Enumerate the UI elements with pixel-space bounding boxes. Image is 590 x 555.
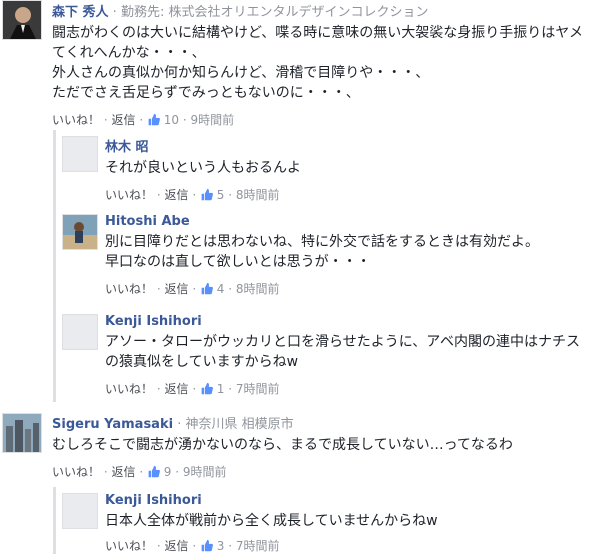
comment-actions: いいね！ · 返信 · 10 · 9時間前 [52,111,582,129]
reply-link[interactable]: 返信 [164,282,188,296]
reply-text-line: それが良いという人もおるんよ [105,160,301,176]
like-count[interactable]: 5 [217,188,225,202]
reply-link[interactable]: 返信 [164,382,188,396]
reply-author-name[interactable]: Kenji Ishihori [105,493,575,508]
reply-text-line: 別に目障りだとは思わないね、特に外交で話をするときは有効だよ。 [105,234,539,250]
avatar-hayashiki[interactable] [62,136,98,172]
reply-actions: いいね！ · 返信 · 1 · 7時間前 [105,380,575,398]
reply-actions: いいね！ · 返信 · 5 · 8時間前 [105,186,575,204]
author-meta-separator: · [173,417,186,432]
reply-author-name[interactable]: Kenji Ishihori [105,314,575,329]
thumbs-up-icon[interactable] [200,382,213,398]
separator: · [139,113,147,127]
reply-text-line: の猿真似をしていますからねw [105,354,299,370]
comment-author-name[interactable]: 森下 秀人 [52,5,109,20]
separator: · [192,282,200,296]
thumbs-up-icon[interactable] [147,465,160,481]
reply-timestamp[interactable]: 7時間前 [236,382,280,396]
reply-author-name[interactable]: 林木 昭 [105,136,575,155]
reply-actions: いいね！ · 返信 · 3 · 7時間前 [105,537,575,555]
like-link[interactable]: いいね！ [105,382,153,396]
reply-text: 日本人全体が戦前から全く成長していませんからねw [105,511,575,531]
separator: · [228,282,236,296]
default-avatar-icon [63,137,97,171]
comment-timestamp[interactable]: 9時間前 [191,113,235,127]
separator: · [228,539,236,553]
default-avatar-icon [63,494,97,528]
thumbs-up-icon[interactable] [200,539,213,555]
comment-text: 闘志がわくのは大いに結構やけど、喋る時に意味の無い大袈裟な身振り手振りはヤメ て… [52,23,584,103]
author-meta-separator: · [108,5,121,20]
reply-link[interactable]: 返信 [111,113,135,127]
reply-timestamp[interactable]: 8時間前 [236,282,280,296]
comment-text: むしろそこで闘志が湧かないのなら、まるで成長していない…ってなるわ [52,435,582,455]
comment-actions: いいね！ · 返信 · 9 · 9時間前 [52,463,582,481]
reply-timestamp[interactable]: 8時間前 [236,188,280,202]
avatar-hitoshi-abe[interactable] [62,214,98,250]
like-link[interactable]: いいね！ [105,282,153,296]
reply-text-line: 日本人全体が戦前から全く成長していませんからねw [105,513,438,529]
reply-text: 別に目障りだとは思わないね、特に外交で話をするときは有効だよ。 早口なのは直して… [105,232,575,272]
separator: · [192,539,200,553]
author-workplace-link[interactable]: 株式会社オリエンタルデザインコレクション [168,5,428,20]
comment-timestamp[interactable]: 9時間前 [183,465,227,479]
default-avatar-icon [63,315,97,349]
like-link[interactable]: いいね！ [52,465,100,479]
reply-text-line: 早口なのは直して欲しいとは思うが・・・ [105,254,371,270]
like-link[interactable]: いいね！ [52,113,100,127]
reply-text: それが良いという人もおるんよ [105,158,575,178]
reply-link[interactable]: 返信 [164,188,188,202]
avatar-kenji-ishihori[interactable] [62,493,98,529]
comment-text-line: 闘志がわくのは大いに結構やけど、喋る時に意味の無い大袈裟な身振り手振りはヤメ [52,25,584,41]
thumbs-up-icon[interactable] [200,282,213,298]
reply-thread-bar [53,130,56,402]
like-count[interactable]: 9 [164,465,172,479]
separator: · [182,113,191,127]
separator: · [192,188,200,202]
reply-text: アソー・タローがウッカリと口を滑らせたように、アベ内閣の連中はナチス の猿真似を… [105,332,581,372]
thumbs-up-icon[interactable] [147,113,160,129]
comment-text-line: てくれへんかな・・・、 [52,45,206,61]
like-count[interactable]: 3 [217,539,225,553]
author-workplace-prefix: 勤務先: [120,5,169,20]
author-location-link[interactable]: 神奈川県 相模原市 [185,417,293,432]
avatar-kenji-ishihori[interactable] [62,314,98,350]
comment-text-line: ただでさえ舌足らずでみっともないのに・・・、 [52,85,360,101]
comment-author-name[interactable]: Sigeru Yamasaki [52,417,173,432]
avatar-sigeru-yamasaki[interactable] [2,413,42,453]
reply-thread-bar [53,487,56,554]
reply-timestamp[interactable]: 7時間前 [236,539,280,553]
thumbs-up-icon[interactable] [200,188,213,204]
like-count[interactable]: 1 [217,382,225,396]
reply-link[interactable]: 返信 [111,465,135,479]
reply-author-name[interactable]: Hitoshi Abe [105,214,575,229]
separator: · [228,382,236,396]
separator: · [228,188,236,202]
reply-link[interactable]: 返信 [164,539,188,553]
like-link[interactable]: いいね！ [105,188,153,202]
like-count[interactable]: 10 [164,113,179,127]
avatar-morishita[interactable] [2,0,42,40]
separator: · [175,465,183,479]
separator: · [139,465,147,479]
like-count[interactable]: 4 [217,282,225,296]
comment-text-line: 外人さんの真似か何か知らんけど、滑稽で目障りや・・・、 [52,65,430,81]
reply-text-line: アソー・タローがウッカリと口を滑らせたように、アベ内閣の連中はナチス [105,334,581,350]
separator: · [192,382,200,396]
like-link[interactable]: いいね！ [105,539,153,553]
comment-text-line: むしろそこで闘志が湧かないのなら、まるで成長していない…ってなるわ [52,437,513,453]
reply-actions: いいね！ · 返信 · 4 · 8時間前 [105,280,575,298]
